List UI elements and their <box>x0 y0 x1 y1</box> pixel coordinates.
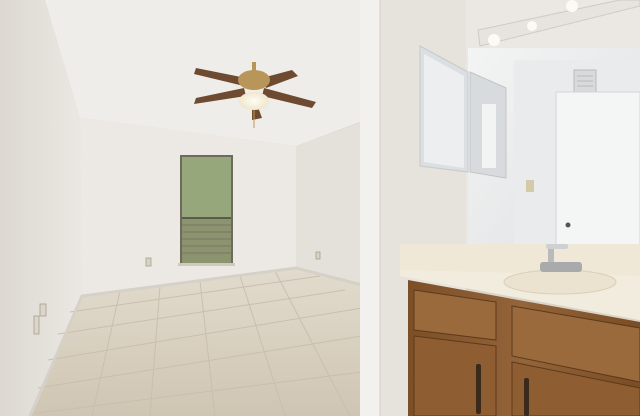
cabinet-door <box>413 335 497 416</box>
wall-outlet <box>315 251 321 260</box>
wall-outlet <box>33 315 40 335</box>
partition-wall-edge <box>360 0 380 416</box>
wall-outlet <box>145 257 152 267</box>
sink-basin <box>503 269 617 295</box>
cabinet-handle <box>524 378 529 416</box>
wall-outlet <box>39 303 47 317</box>
room-photo <box>0 0 640 416</box>
fan-light-globe <box>239 92 269 110</box>
window <box>178 155 235 266</box>
cabinet-handle <box>476 364 481 414</box>
right-room-wall <box>296 122 362 285</box>
